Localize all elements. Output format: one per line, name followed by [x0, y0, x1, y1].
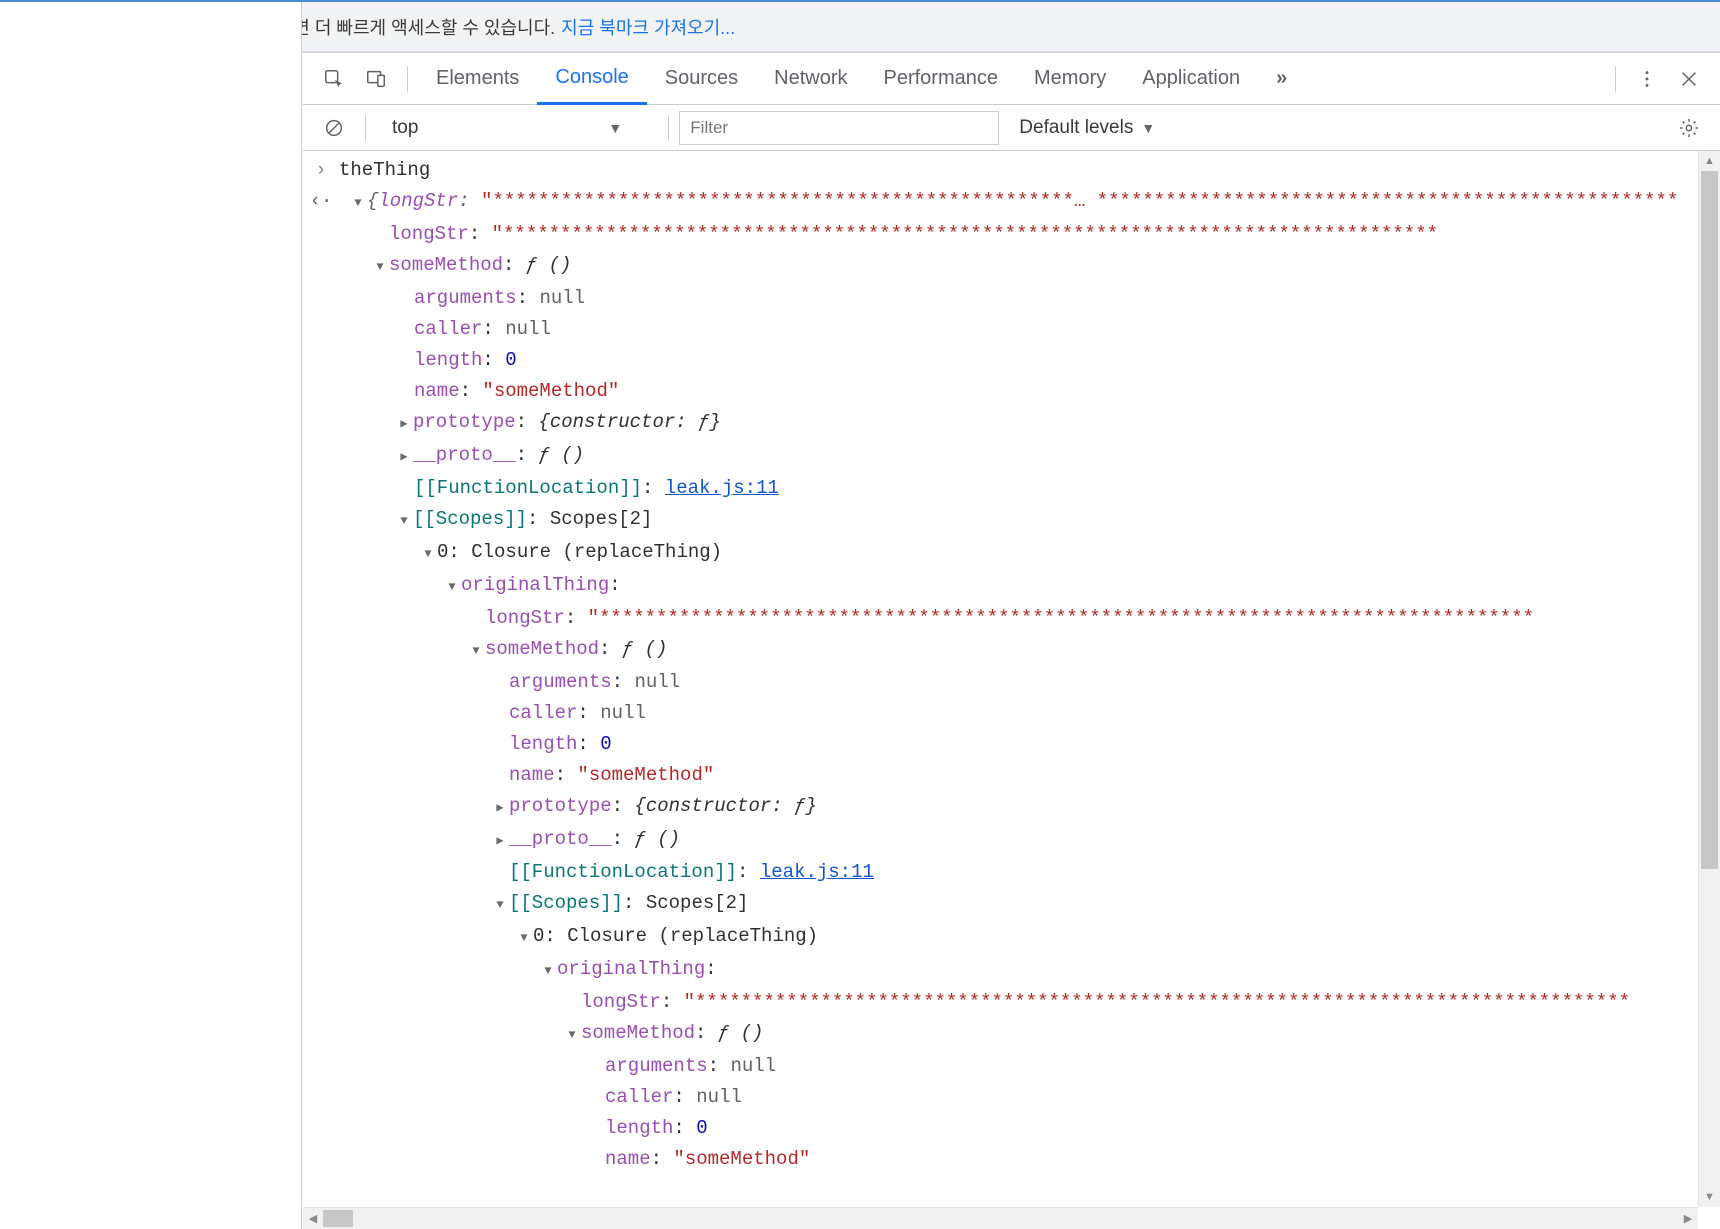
vertical-scrollbar[interactable]: ▲ ▼ — [1698, 151, 1720, 1207]
separator — [365, 115, 366, 141]
tab-memory[interactable]: Memory — [1016, 53, 1124, 105]
expand-toggle[interactable] — [419, 537, 437, 570]
result-icon: ‹· — [303, 186, 339, 217]
scroll-down-icon[interactable]: ▼ — [1699, 1187, 1720, 1207]
scroll-left-icon[interactable]: ◀ — [303, 1208, 323, 1229]
page-content-area — [0, 2, 302, 1229]
scroll-up-icon[interactable]: ▲ — [1699, 151, 1720, 171]
tab-application[interactable]: Application — [1124, 53, 1258, 105]
kebab-menu-icon[interactable] — [1630, 62, 1664, 96]
expand-toggle[interactable] — [539, 954, 557, 987]
device-toggle-icon[interactable] — [359, 62, 393, 96]
expand-toggle[interactable] — [467, 634, 485, 667]
inspect-icon[interactable] — [317, 62, 351, 96]
expand-toggle[interactable] — [491, 888, 509, 921]
source-link[interactable]: leak.js:11 — [760, 861, 874, 883]
console-toolbar: top ▼ Default levels ▼ — [303, 105, 1720, 151]
tab-elements[interactable]: Elements — [418, 53, 537, 105]
expand-toggle[interactable] — [443, 570, 461, 603]
source-link[interactable]: leak.js:11 — [665, 477, 779, 499]
console-input-echo[interactable]: theThing — [339, 159, 430, 181]
levels-label: Default levels — [1019, 117, 1133, 139]
close-icon[interactable] — [1672, 62, 1706, 96]
separator — [1615, 66, 1616, 92]
prop-key: longStr — [389, 223, 469, 245]
context-selector[interactable]: top ▼ — [376, 111, 658, 145]
expand-toggle[interactable] — [515, 921, 533, 954]
expand-toggle[interactable] — [491, 824, 509, 857]
filter-input[interactable] — [679, 111, 999, 145]
prop-key: someMethod — [389, 254, 503, 276]
settings-gear-icon[interactable] — [1672, 111, 1706, 145]
expand-toggle[interactable] — [563, 1018, 581, 1051]
scroll-thumb[interactable] — [323, 1210, 353, 1227]
separator — [668, 115, 669, 141]
context-label: top — [392, 117, 418, 139]
chevron-down-icon: ▼ — [1141, 120, 1155, 136]
tab-sources[interactable]: Sources — [647, 53, 756, 105]
separator — [407, 66, 408, 92]
expand-toggle[interactable] — [395, 407, 413, 440]
prompt-icon: › — [303, 155, 339, 186]
expand-toggle[interactable] — [395, 504, 413, 537]
devtools-panel: Elements Console Sources Network Perform… — [303, 52, 1720, 1229]
horizontal-scrollbar[interactable]: ◀ ▶ — [303, 1207, 1698, 1229]
tab-console[interactable]: Console — [537, 53, 646, 105]
devtools-tabs: Elements Console Sources Network Perform… — [303, 53, 1720, 105]
console-output: ›theThing ‹·{longStr: "*****************… — [303, 151, 1698, 1207]
expand-toggle[interactable] — [491, 791, 509, 824]
chevron-down-icon: ▼ — [578, 120, 622, 136]
clear-console-icon[interactable] — [317, 111, 351, 145]
log-levels-selector[interactable]: Default levels ▼ — [1019, 117, 1155, 139]
tab-performance[interactable]: Performance — [866, 53, 1017, 105]
expand-toggle[interactable] — [371, 250, 389, 283]
expand-toggle[interactable] — [349, 186, 367, 219]
tab-network[interactable]: Network — [756, 53, 865, 105]
scroll-thumb[interactable] — [1701, 171, 1718, 869]
tabs-overflow-icon[interactable]: » — [1258, 53, 1305, 105]
import-bookmarks-link[interactable]: 지금 북마크 가져오기... — [561, 14, 735, 40]
expand-toggle[interactable] — [395, 440, 413, 473]
scroll-right-icon[interactable]: ▶ — [1678, 1208, 1698, 1229]
